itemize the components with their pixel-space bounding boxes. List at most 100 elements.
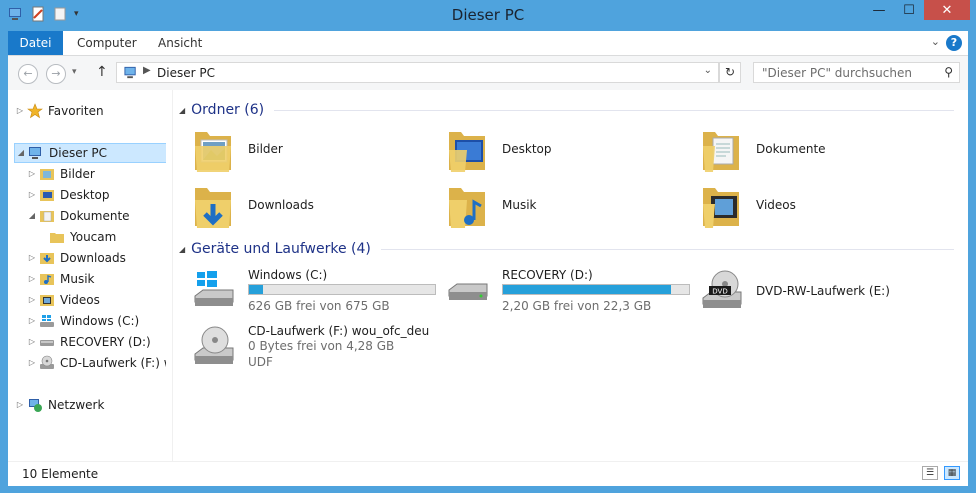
group-divider <box>274 109 954 111</box>
drive-windows-c[interactable]: Windows (C:) 626 GB frei von 675 GB <box>183 268 436 328</box>
forward-button[interactable]: → <box>46 64 66 84</box>
minimize-button[interactable]: — <box>864 0 894 20</box>
navigation-pane: ▷ Favoriten ◢ Dieser PC ▷ Bilder ▷ Deskt… <box>8 90 166 461</box>
downloads-folder-icon <box>195 188 231 228</box>
drive-usage-fill <box>503 285 671 294</box>
videos-folder-icon <box>703 188 739 228</box>
sidebar-item-netzwerk[interactable]: ▷ Netzwerk <box>14 395 166 415</box>
pictures-folder-icon <box>195 132 231 172</box>
videos-folder-icon <box>40 295 54 306</box>
sidebar-item-cd-laufwerk-f[interactable]: ▷ CD-Laufwerk (F:) wou_ofc_deu <box>26 353 166 373</box>
collapse-arrow-icon[interactable]: ◢ <box>15 144 27 162</box>
content-area: ▷ Favoriten ◢ Dieser PC ▷ Bilder ▷ Deskt… <box>8 90 968 461</box>
expand-arrow-icon[interactable]: ▷ <box>14 395 26 415</box>
folder-desktop[interactable]: Desktop <box>437 126 677 178</box>
collapse-group-icon[interactable]: ◢ <box>179 245 185 254</box>
up-button[interactable]: ↑ <box>96 64 108 80</box>
expand-arrow-icon[interactable]: ▷ <box>26 269 38 289</box>
collapse-group-icon[interactable]: ◢ <box>179 106 185 115</box>
sidebar-item-favoriten[interactable]: ▷ Favoriten <box>14 101 166 121</box>
folder-icon <box>50 233 64 243</box>
tab-ansicht[interactable]: Ansicht <box>144 31 216 55</box>
help-icon[interactable]: ? <box>946 35 962 51</box>
expand-arrow-icon[interactable]: ▷ <box>26 185 38 205</box>
address-bar[interactable]: ▶ Dieser PC ⌄ <box>116 62 719 83</box>
group-header-geraete[interactable]: ◢ Geräte und Laufwerke (4) <box>179 239 954 259</box>
folder-musik[interactable]: Musik <box>437 182 677 234</box>
recent-locations-icon[interactable]: ▾ <box>72 67 77 77</box>
expand-arrow-icon[interactable]: ▷ <box>26 332 38 352</box>
ribbon: Datei Computer Ansicht ⌄ ? <box>8 31 968 56</box>
drive-usage-bar <box>502 284 690 295</box>
expand-arrow-icon[interactable]: ▷ <box>26 311 38 331</box>
desktop-folder-icon <box>40 190 54 201</box>
maximize-button[interactable]: ☐ <box>894 0 924 20</box>
sidebar-item-dokumente[interactable]: ◢ Dokumente <box>26 206 166 226</box>
star-icon <box>27 103 43 119</box>
group-divider <box>380 248 954 250</box>
tab-datei[interactable]: Datei <box>8 31 63 55</box>
desktop-folder-icon <box>449 132 485 172</box>
group-header-ordner[interactable]: ◢ Ordner (6) <box>179 100 954 120</box>
drive-recovery-d[interactable]: RECOVERY (D:) 2,20 GB frei von 22,3 GB <box>437 268 690 328</box>
drive-cd-f[interactable]: CD-Laufwerk (F:) wou_ofc_deu 0 Bytes fre… <box>183 324 433 384</box>
search-input[interactable]: "Dieser PC" durchsuchen ⚲ <box>753 62 960 83</box>
collapse-arrow-icon[interactable]: ◢ <box>26 206 38 226</box>
network-icon <box>29 399 42 412</box>
drive-usage-fill <box>249 285 263 294</box>
back-button[interactable]: ← <box>18 64 38 84</box>
pane-splitter[interactable] <box>166 90 173 461</box>
sidebar-item-downloads[interactable]: ▷ Downloads <box>26 248 166 268</box>
hard-drive-icon <box>448 283 488 300</box>
breadcrumb-chevron-icon[interactable]: ▶ <box>143 65 151 76</box>
drive-dvd-rw-e[interactable]: DVD DVD-RW-Laufwerk (E:) <box>691 268 941 328</box>
sidebar-item-windows-c[interactable]: ▷ Windows (C:) <box>26 311 166 331</box>
expand-arrow-icon[interactable]: ▷ <box>26 248 38 268</box>
folder-bilder[interactable]: Bilder <box>183 126 423 178</box>
sidebar-item-videos[interactable]: ▷ Videos <box>26 290 166 310</box>
computer-icon <box>29 147 41 159</box>
title-bar: ▾ Dieser PC — ☐ ✕ <box>0 0 976 31</box>
window-controls: — ☐ ✕ <box>864 0 970 20</box>
search-icon[interactable]: ⚲ <box>944 65 953 79</box>
dvd-drive-icon: DVD <box>702 270 742 308</box>
pictures-folder-icon <box>40 169 54 180</box>
sidebar-item-dieser-pc[interactable]: ◢ Dieser PC <box>14 143 166 163</box>
folder-downloads[interactable]: Downloads <box>183 182 423 234</box>
downloads-folder-icon <box>40 253 54 264</box>
expand-arrow-icon[interactable]: ▷ <box>26 290 38 310</box>
sidebar-item-desktop[interactable]: ▷ Desktop <box>26 185 166 205</box>
hard-drive-icon <box>40 340 54 346</box>
tiles-view-icon[interactable]: ▦ <box>944 466 960 480</box>
sidebar-item-recovery-d[interactable]: ▷ RECOVERY (D:) <box>26 332 166 352</box>
expand-arrow-icon[interactable]: ▷ <box>26 353 38 373</box>
folder-dokumente[interactable]: Dokumente <box>691 126 931 178</box>
sidebar-item-youcam[interactable]: Youcam <box>48 227 166 247</box>
windows-drive-icon <box>194 271 234 306</box>
expand-arrow-icon[interactable]: ▷ <box>26 164 38 184</box>
sidebar-item-musik[interactable]: ▷ Musik <box>26 269 166 289</box>
breadcrumb[interactable]: Dieser PC <box>157 66 215 80</box>
expand-arrow-icon[interactable]: ▷ <box>14 101 26 121</box>
address-dropdown-icon[interactable]: ⌄ <box>704 65 712 76</box>
svg-text:DVD: DVD <box>712 288 727 296</box>
close-button[interactable]: ✕ <box>924 0 970 20</box>
search-placeholder: "Dieser PC" durchsuchen <box>762 66 912 80</box>
cd-drive-icon <box>194 326 234 364</box>
documents-folder-icon <box>40 211 54 222</box>
folder-videos[interactable]: Videos <box>691 182 931 234</box>
status-bar: 10 Elemente ☰ ▦ <box>8 461 968 486</box>
item-count: 10 Elemente <box>22 467 99 481</box>
documents-folder-icon <box>703 132 739 172</box>
expand-ribbon-icon[interactable]: ⌄ <box>931 35 940 48</box>
drive-usage-bar <box>248 284 436 295</box>
address-row: ← → ▾ ↑ ▶ Dieser PC ⌄ ↻ "Dieser PC" durc… <box>8 56 968 90</box>
windows-drive-icon <box>40 315 54 327</box>
refresh-button[interactable]: ↻ <box>719 62 741 83</box>
music-folder-icon <box>449 188 485 228</box>
window-title: Dieser PC <box>451 6 525 24</box>
view-switcher: ☰ ▦ <box>922 466 960 480</box>
tab-computer[interactable]: Computer <box>63 31 151 55</box>
sidebar-item-bilder[interactable]: ▷ Bilder <box>26 164 166 184</box>
details-view-icon[interactable]: ☰ <box>922 466 938 480</box>
